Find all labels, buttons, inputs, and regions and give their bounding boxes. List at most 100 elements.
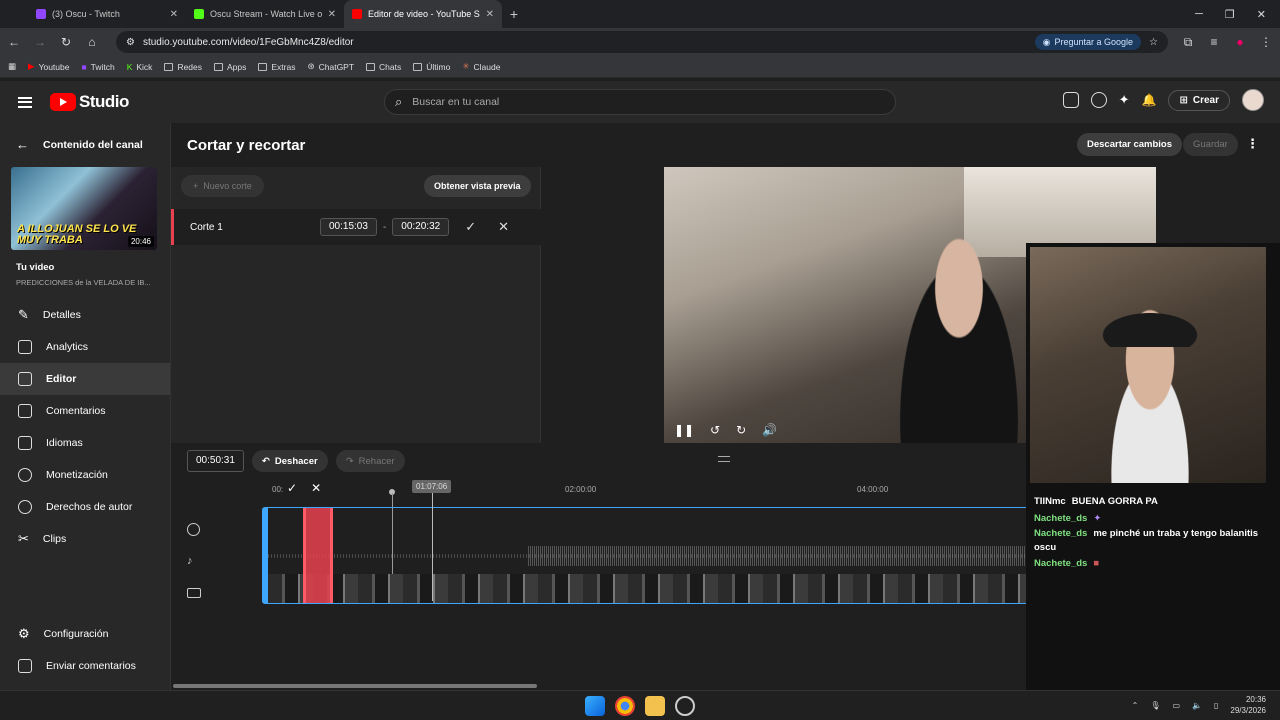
- speaker-icon[interactable]: 🔈: [1192, 701, 1202, 710]
- bookmark-label: Apps: [227, 61, 247, 72]
- horizontal-scrollbar[interactable]: [173, 684, 537, 688]
- apps-grid-icon[interactable]: ▦: [8, 61, 16, 72]
- hamburger-menu-icon[interactable]: [18, 96, 32, 108]
- redo-button[interactable]: ↷ Rehacer: [335, 450, 405, 472]
- profile-icon[interactable]: ●: [1234, 35, 1246, 49]
- cut-selection-region[interactable]: [303, 508, 333, 603]
- studio-logo[interactable]: Studio: [50, 92, 129, 112]
- tray-chevron-icon[interactable]: ⌃: [1132, 701, 1139, 710]
- youtube-favicon-icon: [352, 9, 362, 19]
- mic-icon[interactable]: 🎙: [1150, 701, 1160, 710]
- cut-end-field[interactable]: 00:20:32: [392, 218, 450, 236]
- more-options-icon[interactable]: ⋮: [1246, 136, 1259, 152]
- resize-handle-icon[interactable]: [718, 456, 730, 462]
- bookmark-apps[interactable]: Apps: [214, 62, 246, 72]
- new-cut-button[interactable]: + Nuevo corte: [181, 175, 264, 197]
- timeline-toolbar: 00:50:31 ↶ Deshacer ↷ Rehacer: [187, 450, 405, 472]
- back-icon[interactable]: ←: [8, 35, 20, 49]
- reload-icon[interactable]: ↻: [60, 35, 72, 49]
- bookmark-youtube[interactable]: ▶ Youtube: [28, 61, 69, 72]
- notifications-icon[interactable]: 🔔: [1142, 93, 1157, 107]
- restore-icon[interactable]: ❐: [1225, 8, 1235, 21]
- remove-cut-icon[interactable]: ✕: [498, 219, 509, 235]
- bookmark-kick[interactable]: K Kick: [127, 62, 153, 72]
- media-icon[interactable]: ≡: [1208, 35, 1220, 49]
- volume-icon[interactable]: 🔊: [762, 423, 777, 437]
- system-tray: ⌃ 🎙 ▭ 🔈 ▯ 20:36 29/3/2026: [1132, 694, 1266, 716]
- cancel-marker-icon[interactable]: ✕: [311, 481, 321, 495]
- bookmark-twitch[interactable]: ■ Twitch: [81, 62, 114, 72]
- bookmark-redes[interactable]: Redes: [164, 62, 202, 72]
- clock[interactable]: 20:36 29/3/2026: [1230, 694, 1266, 716]
- file-explorer-icon[interactable]: [645, 696, 665, 716]
- sidebar-item-details[interactable]: ✎ Detalles: [0, 299, 170, 331]
- forward-icon[interactable]: →: [34, 35, 46, 49]
- bookmark-label: Youtube: [38, 61, 70, 72]
- close-icon[interactable]: ✕: [170, 9, 178, 20]
- save-button[interactable]: Guardar: [1183, 133, 1238, 156]
- messages-icon[interactable]: [1062, 92, 1079, 108]
- sidebar-item-analytics[interactable]: Analytics: [0, 331, 170, 363]
- sidebar-item-languages[interactable]: Idiomas: [0, 427, 170, 459]
- extensions-icon[interactable]: ⧉: [1182, 35, 1194, 50]
- new-tab-button[interactable]: +: [502, 6, 526, 22]
- avatar[interactable]: [1242, 89, 1264, 111]
- back-to-content[interactable]: ← Contenido del canal: [0, 123, 170, 166]
- ask-google-button[interactable]: ◉ Preguntar a Google: [1034, 34, 1142, 50]
- discard-changes-button[interactable]: Descartar cambios: [1077, 133, 1183, 156]
- sidebar-item-settings[interactable]: ⚙ Configuración: [0, 618, 170, 650]
- folder-icon: [214, 62, 224, 71]
- sidebar-item-monetization[interactable]: Monetización: [0, 459, 170, 491]
- sidebar-item-feedback[interactable]: Enviar comentarios: [0, 650, 170, 682]
- cut-start-field[interactable]: 00:15:03: [320, 218, 377, 236]
- bookmark-star-icon[interactable]: ☆: [1149, 37, 1158, 48]
- close-icon[interactable]: ✕: [328, 9, 336, 20]
- pause-icon[interactable]: ❚❚: [674, 423, 694, 437]
- bookmark-chatgpt[interactable]: ⊛ ChatGPT: [307, 61, 354, 72]
- sidebar-item-comments[interactable]: Comentarios: [0, 395, 170, 427]
- network-icon[interactable]: ▭: [1172, 701, 1180, 710]
- bookmark-ultimo[interactable]: Último: [413, 62, 450, 72]
- tab-youtube-editor[interactable]: Editor de video - YouTube S ✕: [344, 0, 502, 28]
- timecode-field[interactable]: 00:50:31: [187, 450, 244, 472]
- get-preview-button[interactable]: Obtener vista previa: [424, 175, 531, 197]
- help-icon[interactable]: [1090, 92, 1107, 108]
- minimize-icon[interactable]: ─: [1195, 8, 1203, 21]
- site-info-icon[interactable]: ⚙: [126, 37, 135, 48]
- confirm-marker-icon[interactable]: ✓: [287, 481, 297, 495]
- chat-message: Nachete_ds ✦: [1034, 510, 1274, 527]
- sidebar-item-editor[interactable]: Editor: [0, 363, 170, 395]
- sidebar-item-clips[interactable]: ✂ Clips: [0, 523, 170, 555]
- chrome-icon[interactable]: [615, 696, 635, 716]
- ask-google-label: Preguntar a Google: [1054, 37, 1134, 47]
- tab-kick[interactable]: Oscu Stream - Watch Live on Ki ✕: [186, 0, 344, 28]
- bookmark-claude[interactable]: ✳ Claude: [462, 61, 500, 72]
- app-icon[interactable]: [675, 696, 695, 716]
- confirm-cut-icon[interactable]: ✓: [465, 219, 476, 235]
- bookmark-extras[interactable]: Extras: [258, 62, 295, 72]
- close-window-icon[interactable]: ✕: [1257, 8, 1266, 21]
- sidebar: ← Contenido del canal A ILLOJUAN SE LO V…: [0, 123, 171, 690]
- cut-marker-actions: ✓ ✕: [287, 481, 321, 495]
- cut-row[interactable]: Corte 1 00:15:03 - 00:20:32 ✓ ✕: [171, 209, 541, 245]
- bookmark-chats[interactable]: Chats: [366, 62, 401, 72]
- url-field[interactable]: ⚙ studio.youtube.com/video/1FeGbMnc4Z8/e…: [116, 31, 1168, 53]
- create-video-icon: ⊞: [1179, 94, 1188, 106]
- undo-button[interactable]: ↶ Deshacer: [251, 450, 328, 472]
- monetization-track-icon: [187, 522, 200, 536]
- home-icon[interactable]: ⌂: [86, 35, 98, 49]
- channel-search-input[interactable]: ⌕ Buscar en tu canal: [384, 89, 896, 115]
- tab-twitch[interactable]: (3) Oscu - Twitch ✕: [28, 0, 186, 28]
- rewind-10-icon[interactable]: ↺: [710, 423, 720, 437]
- sidebar-item-copyright[interactable]: Derechos de autor: [0, 491, 170, 523]
- create-label: Crear: [1192, 94, 1219, 106]
- create-button[interactable]: ⊞ Crear: [1168, 89, 1230, 111]
- chat-message: Nachete_ds ■: [1034, 555, 1274, 572]
- forward-10-icon[interactable]: ↻: [736, 423, 746, 437]
- sparkle-icon[interactable]: ✦: [1119, 92, 1130, 108]
- video-thumbnail[interactable]: A ILLOJUAN SE LO VE MUY TRABA 20:46: [11, 167, 157, 250]
- close-icon[interactable]: ✕: [486, 9, 494, 20]
- menu-icon[interactable]: ⋮: [1260, 35, 1272, 49]
- windows-start-icon[interactable]: [585, 696, 605, 716]
- battery-icon[interactable]: ▯: [1214, 701, 1218, 710]
